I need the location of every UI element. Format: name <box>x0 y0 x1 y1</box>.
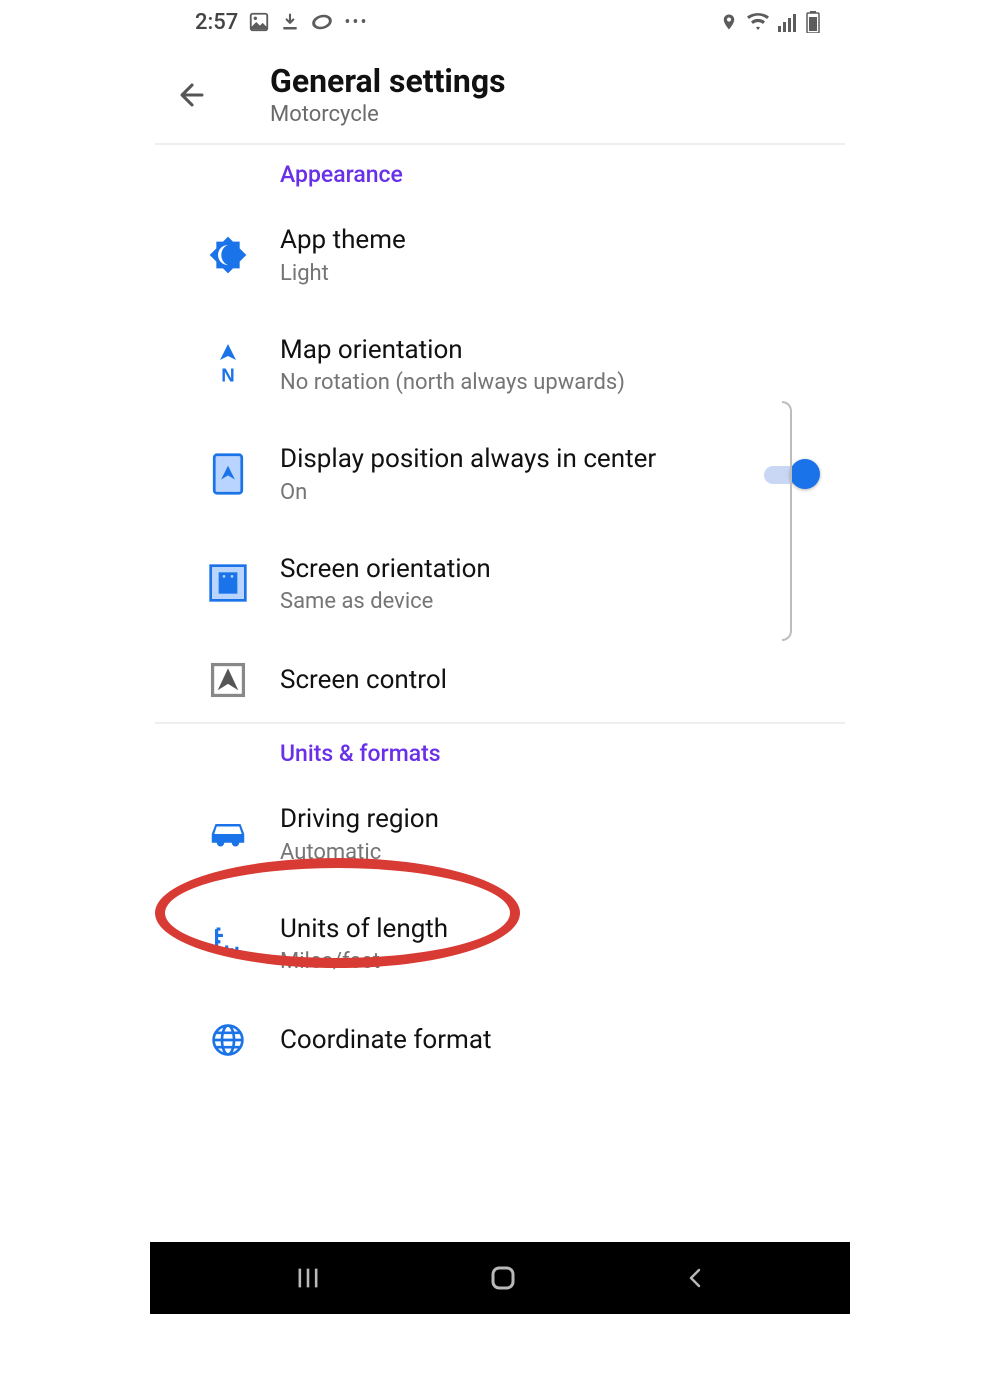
compass-north-icon: N <box>175 344 280 384</box>
row-units-length[interactable]: Units of length Miles/feet <box>175 889 820 999</box>
row-screen-control[interactable]: Screen control <box>175 638 820 722</box>
svg-text:N: N <box>221 365 234 385</box>
arrow-frame-icon <box>175 662 280 698</box>
status-bar: 2:57 ••• <box>0 0 1000 44</box>
theme-icon <box>175 235 280 275</box>
ruler-icon <box>175 924 280 962</box>
row-driving-region[interactable]: Driving region Automatic <box>175 779 820 889</box>
section-appearance-label: Appearance <box>280 145 1000 200</box>
section-units-label: Units & formats <box>280 724 1000 779</box>
screen-center-icon <box>175 452 280 496</box>
image-icon <box>248 11 270 33</box>
nav-recents-button[interactable] <box>293 1264 323 1292</box>
row-title: Driving region <box>280 803 760 836</box>
download-icon <box>280 11 300 33</box>
row-app-theme[interactable]: App theme Light <box>175 200 820 310</box>
nav-home-button[interactable] <box>488 1263 518 1293</box>
row-coordinate-format[interactable]: Coordinate format <box>175 998 820 1058</box>
row-title: Units of length <box>280 913 760 946</box>
row-sub: On <box>280 480 704 505</box>
clock-text: 2:57 <box>195 10 238 35</box>
app-header: General settings Motorcycle <box>175 44 850 143</box>
battery-icon <box>806 11 820 33</box>
header-text: General settings Motorcycle <box>270 62 506 127</box>
signal-icon <box>778 12 798 32</box>
wifi-icon <box>746 12 770 32</box>
status-left: 2:57 ••• <box>195 10 369 35</box>
globe-icon <box>175 1022 280 1058</box>
nav-back-button[interactable] <box>683 1264 707 1292</box>
more-dots-icon: ••• <box>344 12 368 33</box>
row-title: Display position always in center <box>280 443 704 476</box>
row-sub: Same as device <box>280 589 760 614</box>
oval-icon <box>310 12 334 32</box>
android-nav-bar <box>150 1242 850 1314</box>
row-screen-orientation[interactable]: Screen orientation Same as device <box>175 529 820 639</box>
status-right <box>720 11 820 33</box>
row-title: Coordinate format <box>280 1024 760 1057</box>
location-icon <box>720 11 738 33</box>
row-title: Screen control <box>280 664 760 697</box>
row-title: Screen orientation <box>280 553 760 586</box>
row-title: App theme <box>280 224 760 257</box>
row-map-orientation[interactable]: N Map orientation No rotation (north alw… <box>175 310 820 420</box>
row-title: Map orientation <box>280 334 760 367</box>
display-center-toggle[interactable] <box>764 459 820 489</box>
back-button[interactable] <box>175 78 235 112</box>
row-sub: No rotation (north always upwards) <box>280 370 760 395</box>
android-screen-icon <box>175 563 280 603</box>
row-sub: Light <box>280 261 760 286</box>
car-icon <box>175 818 280 850</box>
row-sub: Miles/feet <box>280 949 760 974</box>
row-display-center[interactable]: Display position always in center On <box>175 419 820 529</box>
row-sub: Automatic <box>280 840 760 865</box>
page-subtitle: Motorcycle <box>270 102 506 127</box>
page-title: General settings <box>270 62 506 100</box>
scrollbar-hint <box>782 401 792 641</box>
